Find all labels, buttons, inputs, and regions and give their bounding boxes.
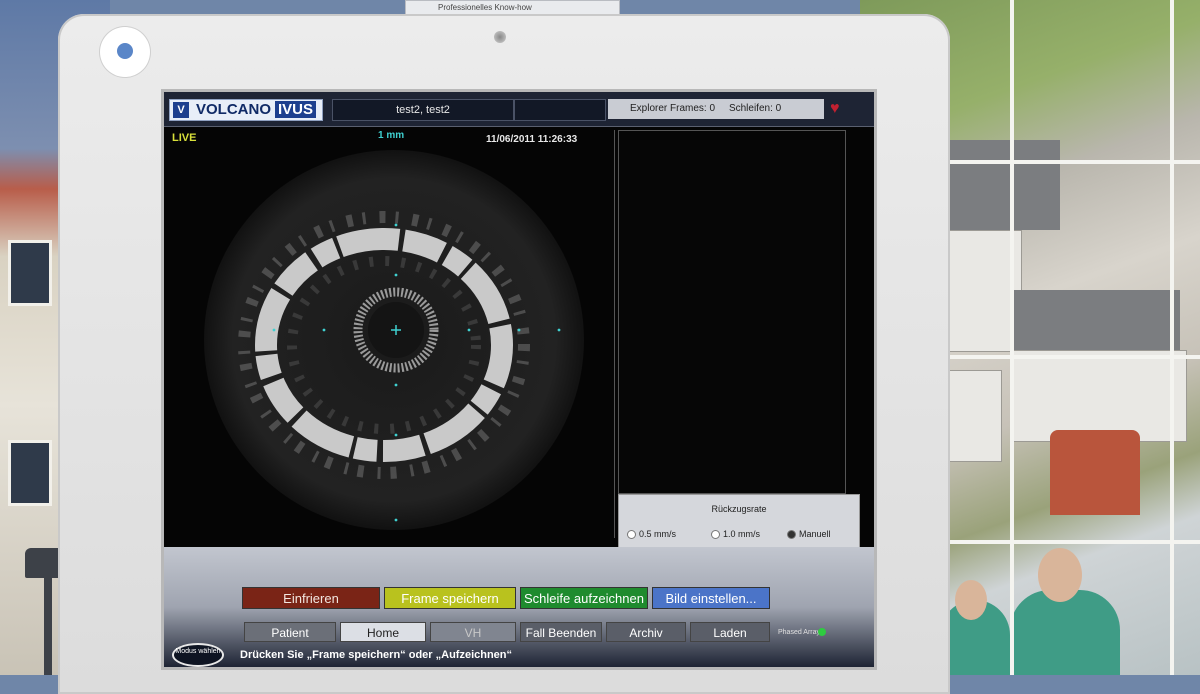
monitor-bezel: V VOLCANO IVUS test2, test2 Explorer Fram…	[58, 14, 950, 694]
radio-selected-icon	[787, 530, 796, 540]
empty-header-field	[514, 99, 606, 121]
logo-icon	[117, 43, 133, 59]
image-settings-button[interactable]: Bild einstellen...	[652, 587, 770, 609]
staff-head	[955, 580, 987, 620]
rate-option-label: 0.5 mm/s	[639, 529, 677, 539]
ivus-screen: V VOLCANO IVUS test2, test2 Explorer Fram…	[161, 89, 877, 670]
freeze-button[interactable]: Einfrieren	[242, 587, 380, 609]
timestamp: 11/06/2011 11:26:33	[486, 134, 578, 145]
rate-option-manual[interactable]: Manuell	[787, 529, 831, 540]
rate-option-1-0[interactable]: 1.0 mm/s	[711, 529, 761, 540]
building-window	[8, 440, 52, 506]
street-lamp-pole	[44, 578, 52, 675]
record-loop-button[interactable]: Schleife aufzeichnen	[520, 587, 648, 609]
tab-home[interactable]: Home	[340, 622, 426, 642]
radio-icon	[627, 530, 636, 540]
round-tower	[1050, 430, 1140, 515]
tab-vh[interactable]: VH	[430, 622, 516, 642]
rate-option-label: 1.0 mm/s	[723, 529, 761, 539]
tab-end-case[interactable]: Fall Beenden	[520, 622, 602, 642]
brand-logo: V VOLCANO IVUS	[169, 99, 324, 121]
monitor-logo	[100, 27, 150, 77]
pullback-rate-title: Rückzugsrate	[711, 504, 767, 514]
ivus-cross-section	[204, 150, 584, 530]
header-bar: V VOLCANO IVUS test2, test2 Explorer Fram…	[164, 92, 874, 127]
save-frame-button[interactable]: Frame speichern	[384, 587, 516, 609]
staff-person	[1010, 590, 1120, 675]
pullback-rate-box: Rückzugsrate 0.5 mm/s 1.0 mm/s Manuell	[618, 494, 860, 548]
brand-suffix: IVUS	[275, 101, 317, 118]
tab-patient[interactable]: Patient	[244, 622, 336, 642]
rate-option-0-5[interactable]: 0.5 mm/s	[627, 529, 677, 540]
brand-name: VOLCANO	[196, 101, 271, 118]
tab-load[interactable]: Laden	[690, 622, 770, 642]
status-led-icon	[818, 628, 826, 636]
radio-icon	[711, 530, 720, 540]
poster-grid-line	[1010, 0, 1014, 675]
control-bar: Einfrieren Frame speichern Schleife aufz…	[164, 547, 874, 667]
webcam-icon	[494, 31, 506, 43]
building-window	[8, 240, 52, 306]
mode-select-button[interactable]: Modus wählen	[172, 643, 224, 667]
building-roof	[1010, 290, 1180, 350]
explorer-frames-count: Explorer Frames: 0	[630, 103, 716, 114]
tab-archive[interactable]: Archiv	[606, 622, 686, 642]
frame-counters: Explorer Frames: 0 Schleifen: 0	[608, 99, 824, 119]
phased-array-label: Phased Array	[778, 629, 821, 636]
rate-option-label: Manuell	[799, 529, 831, 539]
patient-name-field: test2, test2	[332, 99, 514, 121]
instruction-text: Drücken Sie „Frame speichern“ oder „Aufz…	[240, 649, 513, 661]
staff-head	[1038, 548, 1082, 602]
live-indicator: LIVE	[172, 132, 197, 144]
campus-building	[1010, 350, 1187, 442]
volcano-logo-icon: V	[173, 102, 189, 118]
live-image-panel[interactable]: LIVE 1 mm 11/06/2011 11:26:33	[168, 130, 615, 538]
poster-grid-line	[1170, 0, 1174, 675]
scale-label: 1 mm	[378, 130, 405, 141]
loops-count: Schleifen: 0	[728, 103, 782, 114]
heart-icon: ♥	[830, 100, 840, 117]
longitudinal-view-panel[interactable]	[618, 130, 846, 494]
